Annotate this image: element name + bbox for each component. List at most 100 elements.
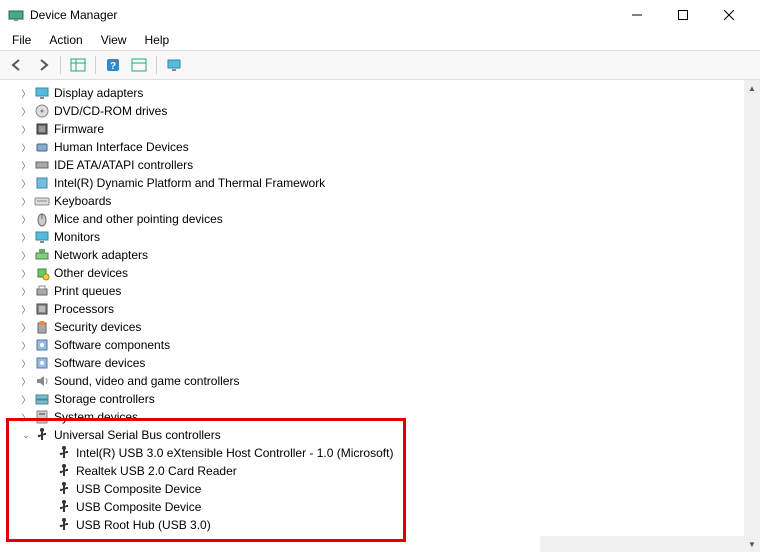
back-button[interactable] xyxy=(6,54,28,76)
show-hide-tree-button[interactable] xyxy=(67,54,89,76)
chevron-right-icon[interactable]: 〉 xyxy=(20,213,32,225)
tree-category-label: Network adapters xyxy=(54,248,148,262)
scan-hardware-button[interactable] xyxy=(128,54,150,76)
chevron-right-icon[interactable]: 〉 xyxy=(20,177,32,189)
tree-category-row[interactable]: 〉 Firmware xyxy=(0,120,744,138)
chevron-right-icon[interactable]: 〉 xyxy=(20,303,32,315)
tree-category-row[interactable]: 〉 Print queues xyxy=(0,282,744,300)
horizontal-scrollbar[interactable] xyxy=(540,536,744,552)
tree-category-label: Firmware xyxy=(54,122,104,136)
tree-category-row[interactable]: 〉Processors xyxy=(0,300,744,318)
tree-category-row[interactable]: 〉 Monitors xyxy=(0,228,744,246)
monitor-button[interactable] xyxy=(163,54,185,76)
chevron-right-icon[interactable]: 〉 xyxy=(20,195,32,207)
controller-icon xyxy=(34,157,50,173)
titlebar: Device Manager xyxy=(0,0,760,30)
chevron-right-icon[interactable]: 〉 xyxy=(20,105,32,117)
usb-icon xyxy=(56,517,72,533)
menu-help[interactable]: Help xyxy=(137,31,178,49)
help-button[interactable]: ? xyxy=(102,54,124,76)
usb-icon xyxy=(56,463,72,479)
chevron-right-icon[interactable]: 〉 xyxy=(20,393,32,405)
toolbar-separator xyxy=(60,56,61,74)
scroll-up-icon[interactable]: ▲ xyxy=(744,80,760,96)
tree-category-label: System devices xyxy=(54,410,138,424)
menu-action[interactable]: Action xyxy=(41,31,90,49)
close-button[interactable] xyxy=(706,0,752,30)
maximize-button[interactable] xyxy=(660,0,706,30)
menu-file[interactable]: File xyxy=(4,31,39,49)
tree-category-usb[interactable]: ⌄Universal Serial Bus controllers xyxy=(0,426,744,444)
minimize-button[interactable] xyxy=(614,0,660,30)
chevron-right-icon[interactable]: 〉 xyxy=(20,87,32,99)
tree-device-label: USB Composite Device xyxy=(76,500,201,514)
tree-device-row[interactable]: USB Root Hub (USB 3.0) xyxy=(0,516,744,534)
tree-category-label: Monitors xyxy=(54,230,100,244)
chevron-right-icon[interactable]: 〉 xyxy=(20,285,32,297)
tree-category-row[interactable]: 〉 Software devices xyxy=(0,354,744,372)
monitor-icon xyxy=(34,85,50,101)
chevron-right-icon[interactable]: 〉 xyxy=(20,339,32,351)
tree-category-row[interactable]: 〉Storage controllers xyxy=(0,390,744,408)
tree-category-row[interactable]: 〉 System devices xyxy=(0,408,744,426)
tree-category-row[interactable]: 〉 Keyboards xyxy=(0,192,744,210)
usb-icon xyxy=(56,445,72,461)
other-icon xyxy=(34,265,50,281)
toolbar: ? xyxy=(0,50,760,80)
chevron-right-icon[interactable]: 〉 xyxy=(20,249,32,261)
chevron-right-icon[interactable]: 〉 xyxy=(20,411,32,423)
tree-category-label: Print queues xyxy=(54,284,121,298)
toolbar-separator xyxy=(156,56,157,74)
tree-category-label: IDE ATA/ATAPI controllers xyxy=(54,158,193,172)
tree-category-row[interactable]: 〉 Software components xyxy=(0,336,744,354)
tree-device-row[interactable]: Realtek USB 2.0 Card Reader xyxy=(0,462,744,480)
tree-category-label: Sound, video and game controllers xyxy=(54,374,239,388)
chevron-right-icon[interactable]: 〉 xyxy=(20,267,32,279)
chevron-right-icon[interactable]: 〉 xyxy=(20,123,32,135)
forward-button[interactable] xyxy=(32,54,54,76)
tree-category-row[interactable]: 〉Security devices xyxy=(0,318,744,336)
tree-device-row[interactable]: Intel(R) USB 3.0 eXtensible Host Control… xyxy=(0,444,744,462)
menu-view[interactable]: View xyxy=(93,31,135,49)
window-title: Device Manager xyxy=(30,8,614,22)
tree-category-row[interactable]: 〉 Intel(R) Dynamic Platform and Thermal F… xyxy=(0,174,744,192)
tree-category-row[interactable]: 〉DVD/CD-ROM drives xyxy=(0,102,744,120)
tree-category-row[interactable]: 〉 IDE ATA/ATAPI controllers xyxy=(0,156,744,174)
tree-category-label: Keyboards xyxy=(54,194,111,208)
storage-icon xyxy=(34,391,50,407)
chevron-right-icon[interactable]: 〉 xyxy=(20,159,32,171)
tree-category-row[interactable]: 〉Display adapters xyxy=(0,84,744,102)
tree-category-row[interactable]: 〉 Network adapters xyxy=(0,246,744,264)
tree-category-label: Software components xyxy=(54,338,170,352)
tree-device-label: USB Root Hub (USB 3.0) xyxy=(76,518,211,532)
tree-device-row[interactable]: USB Composite Device xyxy=(0,480,744,498)
scroll-down-icon[interactable]: ▼ xyxy=(744,536,760,552)
device-tree[interactable]: 〉Display adapters〉DVD/CD-ROM drives〉Firm… xyxy=(0,80,744,536)
chevron-right-icon[interactable]: 〉 xyxy=(20,231,32,243)
tree-category-label: Other devices xyxy=(54,266,128,280)
tree-category-row[interactable]: 〉 Sound, video and game controllers xyxy=(0,372,744,390)
sound-icon xyxy=(34,373,50,389)
chevron-right-icon[interactable]: 〉 xyxy=(20,141,32,153)
thermal-icon xyxy=(34,175,50,191)
chevron-right-icon[interactable]: 〉 xyxy=(20,375,32,387)
chevron-right-icon[interactable]: 〉 xyxy=(20,321,32,333)
tree-category-row[interactable]: 〉 Other devices xyxy=(0,264,744,282)
vertical-scrollbar[interactable]: ▲ ▼ xyxy=(744,80,760,552)
software-icon xyxy=(34,355,50,371)
keyboard-icon xyxy=(34,193,50,209)
tree-category-label: Intel(R) Dynamic Platform and Thermal Fr… xyxy=(54,176,325,190)
tree-category-row[interactable]: 〉Mice and other pointing devices xyxy=(0,210,744,228)
chevron-down-icon[interactable]: ⌄ xyxy=(20,429,32,441)
tree-device-row[interactable]: USB Composite Device xyxy=(0,498,744,516)
app-icon xyxy=(8,7,24,23)
monitor-icon xyxy=(34,229,50,245)
menubar: File Action View Help xyxy=(0,30,760,50)
chip-icon xyxy=(34,121,50,137)
tree-category-label: Software devices xyxy=(54,356,145,370)
mouse-icon xyxy=(34,211,50,227)
security-icon xyxy=(34,319,50,335)
network-icon xyxy=(34,247,50,263)
chevron-right-icon[interactable]: 〉 xyxy=(20,357,32,369)
tree-category-row[interactable]: 〉Human Interface Devices xyxy=(0,138,744,156)
